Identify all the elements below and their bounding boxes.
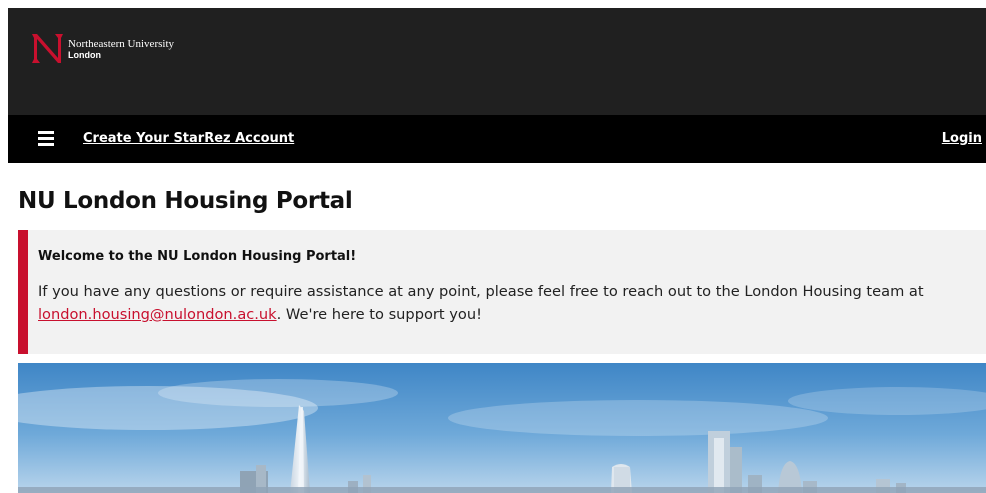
northeastern-logo-icon	[32, 34, 63, 63]
site-header: Northeastern University London	[8, 8, 986, 115]
welcome-text-after: . We're here to support you!	[276, 306, 482, 323]
nav-bar: Create Your StarRez Account Login	[8, 115, 986, 163]
page: Northeastern University London Create Yo…	[0, 0, 986, 493]
hamburger-menu-icon[interactable]	[38, 131, 54, 146]
housing-email-link[interactable]: london.housing@nulondon.ac.uk	[38, 306, 277, 323]
welcome-heading: Welcome to the NU London Housing Portal!	[38, 249, 357, 264]
london-skyline-hero-image	[18, 363, 986, 493]
welcome-text-before: If you have any questions or require ass…	[38, 283, 924, 300]
university-logo[interactable]: Northeastern University London	[28, 28, 218, 64]
create-account-link[interactable]: Create Your StarRez Account	[83, 130, 294, 148]
page-title: NU London Housing Portal	[18, 188, 353, 214]
login-link[interactable]: Login	[942, 130, 982, 148]
logo-campus-name: London	[68, 50, 101, 60]
welcome-notice: Welcome to the NU London Housing Portal!…	[18, 230, 986, 354]
logo-university-name: Northeastern University	[68, 38, 174, 50]
welcome-message: If you have any questions or require ass…	[38, 280, 983, 326]
